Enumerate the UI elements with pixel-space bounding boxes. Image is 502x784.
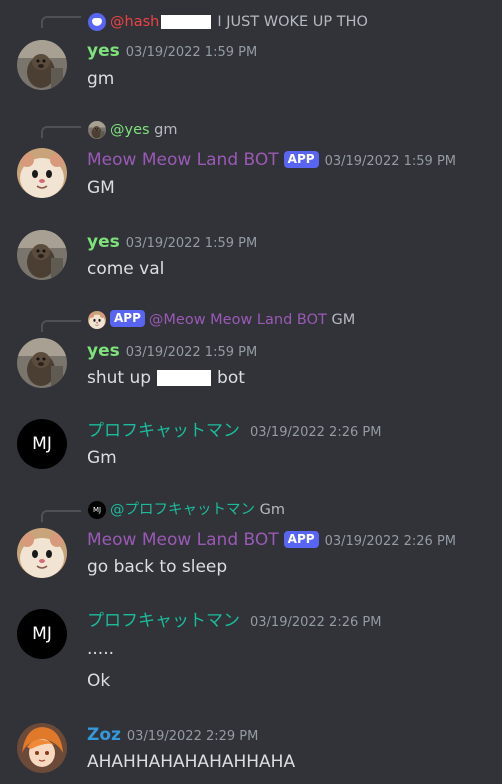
reply-author[interactable]: @hash [110,14,159,30]
reply-text: gm [154,122,178,138]
message-2: @yes gm Meow Meow Land BOT APP 03/19/2022 … [0,110,502,210]
message-text: come val [87,259,165,279]
message-text: go back to sleep [87,557,228,577]
message-1: @hash I JUST WOKE UP THO yes 03/19/2022 1:… [0,0,502,100]
app-badge: APP [110,310,145,327]
reply-spine [41,510,81,522]
author-row: Meow Meow Land BOT APP 03/19/2022 1:59 PM [87,149,456,171]
message-8: Zoz 03/19/2022 2:29 PM AHAHHAHAHAHAHHAHA [0,715,502,784]
message-text: shut up bot [87,367,245,389]
timestamp: 03/19/2022 2:26 PM [250,425,382,440]
message-text: Gm [87,448,117,468]
timestamp: 03/19/2022 2:29 PM [126,729,259,744]
message-text: AHAHHAHAHAHAHHAHA [87,752,296,772]
avatar-text: MJ [32,434,52,454]
timestamp: 03/19/2022 2:26 PM [324,534,457,549]
author-row: プロフキャットマン 03/19/2022 2:26 PM [87,420,381,442]
app-badge: APP [283,531,319,548]
timestamp: 03/19/2022 1:59 PM [125,45,258,60]
otter-avatar [88,121,106,139]
anime-avatar[interactable] [17,723,67,773]
message-4: APP @Meow Meow Land BOT GM yes 03/19/2022 … [0,300,502,400]
message-text: GM [87,178,115,198]
author-name[interactable]: yes [87,341,120,361]
reply-author[interactable]: @yes [110,122,150,138]
author-name[interactable]: Zoz [87,725,121,745]
reply-preview[interactable]: MJ @プロフキャットマン Gm [88,500,285,520]
mini-avatar-text: MJ [92,506,102,514]
hamster-avatar [88,311,106,329]
reply-spine [41,126,81,138]
mj-avatar[interactable]: MJ [17,609,67,659]
message-text: Ok [87,671,111,691]
author-name[interactable]: プロフキャットマン [87,611,240,631]
timestamp: 03/19/2022 1:59 PM [125,345,258,360]
mj-avatar: MJ [88,501,106,519]
reply-spine [41,320,81,332]
author-row: yes 03/19/2022 1:59 PM [87,40,257,62]
message-text-part: bot [217,368,245,388]
message-3: yes 03/19/2022 1:59 PM come val [0,220,502,300]
hamster-avatar[interactable] [17,148,67,198]
reply-author[interactable]: @プロフキャットマン [110,502,255,518]
reply-text: I JUST WOKE UP THO [217,14,368,30]
otter-avatar[interactable] [17,338,67,388]
timestamp: 03/19/2022 2:26 PM [250,615,382,630]
otter-avatar[interactable] [17,40,67,90]
reply-preview[interactable]: @yes gm [88,120,178,140]
otter-avatar[interactable] [17,230,67,280]
hamster-avatar[interactable] [17,528,67,578]
author-name[interactable]: Meow Meow Land BOT [87,530,279,550]
message-text: ..... [87,639,115,659]
timestamp: 03/19/2022 1:59 PM [324,154,457,169]
author-row: Meow Meow Land BOT APP 03/19/2022 2:26 PM [87,529,456,551]
message-text-part: shut up [87,368,152,388]
message-7: MJ プロフキャットマン 03/19/2022 2:26 PM ..... Ok [0,600,502,710]
discord-icon [88,13,106,31]
reply-author[interactable]: @Meow Meow Land BOT [149,312,327,328]
reply-spine [41,16,81,28]
message-6: MJ @プロフキャットマン Gm Meow Meow Land BOT APP 03/… [0,490,502,590]
author-name[interactable]: yes [87,41,120,61]
app-badge: APP [283,151,319,168]
message-text: gm [87,69,115,89]
mj-avatar[interactable]: MJ [17,419,67,469]
message-5: MJ プロフキャットマン 03/19/2022 2:26 PM Gm [0,410,502,490]
author-row: プロフキャットマン 03/19/2022 2:26 PM [87,610,381,632]
author-row: yes 03/19/2022 1:59 PM [87,231,257,253]
author-row: yes 03/19/2022 1:59 PM [87,340,257,362]
redaction-block [157,370,212,386]
author-row: Zoz 03/19/2022 2:29 PM [87,724,258,746]
author-name[interactable]: Meow Meow Land BOT [87,150,279,170]
reply-preview[interactable]: @hash I JUST WOKE UP THO [88,12,368,32]
redaction-block [161,15,212,29]
reply-text: Gm [259,502,285,518]
timestamp: 03/19/2022 1:59 PM [125,236,258,251]
avatar-text: MJ [32,624,52,644]
author-name[interactable]: プロフキャットマン [87,421,240,441]
reply-preview[interactable]: APP @Meow Meow Land BOT GM [88,310,355,330]
reply-text: GM [331,312,356,328]
author-name[interactable]: yes [87,232,120,252]
